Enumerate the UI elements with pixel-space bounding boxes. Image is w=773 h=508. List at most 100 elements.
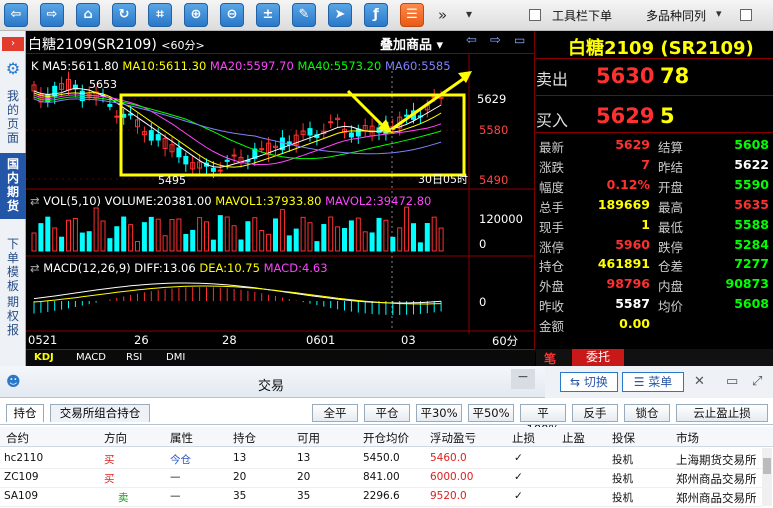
- volume-bar: [397, 227, 403, 252]
- crop-icon[interactable]: ⌗: [148, 3, 172, 27]
- lock-button[interactable]: 锁仓: [624, 404, 670, 422]
- formula-icon[interactable]: ƒ: [364, 3, 388, 27]
- table-header-cell[interactable]: 止损: [512, 430, 535, 446]
- table-header-cell[interactable]: 开仓均价: [363, 430, 409, 446]
- sidebar-order-template[interactable]: 下单模板: [2, 237, 24, 293]
- cursor-icon[interactable]: ➤: [328, 3, 352, 27]
- close-30-button[interactable]: 平30%: [416, 404, 462, 422]
- expand-icon[interactable]: ⤢: [752, 374, 762, 389]
- candle-body: [438, 96, 444, 99]
- volume-bar: [286, 235, 292, 252]
- zoom-out-icon[interactable]: ⊖: [220, 3, 244, 27]
- refresh-icon[interactable]: ↻: [112, 3, 136, 27]
- macd-switch-icon[interactable]: ⇄: [30, 261, 40, 275]
- table-header-cell[interactable]: 止盈: [562, 430, 585, 446]
- chevron-down-icon[interactable]: ▾: [716, 7, 722, 20]
- vol-label: VOL(5,10): [43, 194, 101, 208]
- toolbar: ⇦ ⇨ ⌂ ↻ ⌗ ⊕ ⊖ ± ✎ ➤ ƒ ☰ » ▾ 工具栏下单 多品种同列 …: [0, 0, 773, 31]
- table-header-cell[interactable]: 合约: [6, 430, 29, 446]
- tab-orders[interactable]: 委托: [572, 349, 624, 366]
- tab-trades[interactable]: 笔: [544, 350, 556, 367]
- list-menu-icon[interactable]: ☰: [400, 3, 424, 27]
- candle-body: [176, 147, 182, 158]
- volume-bar: [135, 241, 140, 252]
- table-header-cell[interactable]: 可用: [297, 430, 320, 446]
- tab-rsi[interactable]: RSI: [126, 352, 142, 363]
- volume-bar: [45, 216, 51, 252]
- candle-body: [210, 167, 216, 172]
- table-header-cell[interactable]: 方向: [104, 430, 127, 446]
- quote-value: 7: [641, 156, 650, 172]
- table-cell: 5460.0: [430, 452, 467, 464]
- tab-exchange-combo[interactable]: 交易所组合持仓: [50, 404, 150, 422]
- table-cell: 6000.00: [430, 471, 474, 483]
- cloud-stop-button[interactable]: 云止盈止损: [676, 404, 768, 422]
- close-position-button[interactable]: 平仓: [364, 404, 410, 422]
- tab-positions[interactable]: 持仓: [6, 404, 44, 422]
- switch-button[interactable]: ⇆ 切换: [560, 372, 618, 392]
- calculator-icon[interactable]: ±: [256, 3, 280, 27]
- close-100-button[interactable]: 平100%: [520, 404, 566, 436]
- sidebar-my-page[interactable]: 我的页面: [2, 89, 24, 145]
- macd-value: MACD:4.63: [263, 261, 328, 275]
- forward-arrow-icon[interactable]: ⇨: [40, 3, 64, 27]
- reverse-button[interactable]: 反手: [572, 404, 618, 422]
- tab-kdj[interactable]: KDJ: [34, 352, 54, 363]
- quote-value: 189669: [597, 196, 650, 212]
- toolbar-order-checkbox[interactable]: [529, 9, 541, 21]
- sell-volume: 78: [660, 64, 690, 88]
- quote-label: 幅度: [539, 179, 565, 195]
- table-header-cell[interactable]: 市场: [676, 430, 699, 446]
- volume-bar: [128, 224, 134, 252]
- volume-bar: [107, 238, 113, 252]
- draw-pen-icon[interactable]: ✎: [292, 3, 316, 27]
- volume-bar: [176, 218, 182, 252]
- minimize-icon[interactable]: −: [511, 369, 535, 389]
- buy-label: 买入: [536, 111, 569, 130]
- collapse-arrow-icon[interactable]: ›: [2, 37, 24, 51]
- tab-macd[interactable]: MACD: [76, 352, 106, 363]
- buy-price[interactable]: 5629: [596, 104, 654, 128]
- table-cell: 9520.0: [430, 490, 467, 502]
- table-header-cell[interactable]: 持仓: [233, 430, 256, 446]
- home-icon[interactable]: ⌂: [76, 3, 100, 27]
- low-label: 5495: [158, 174, 186, 187]
- kline-chart-panel[interactable]: 白糖2109(SR2109) <60分> 叠加商品 ▾ ⇦ ⇨ ▭ K MA5:…: [26, 31, 535, 366]
- tab-dmi[interactable]: DMI: [166, 352, 185, 363]
- sell-price[interactable]: 5630: [596, 64, 654, 88]
- date-0521: 0521: [28, 333, 58, 347]
- quote-label: 内盘: [658, 279, 684, 295]
- table-header-cell[interactable]: 属性: [170, 430, 193, 446]
- sidebar-options[interactable]: 期权报: [2, 295, 24, 337]
- candle-body: [224, 159, 230, 162]
- price-tick-2: 5580: [479, 123, 509, 137]
- more-icon[interactable]: »: [438, 6, 447, 24]
- table-cell: 投机: [612, 492, 633, 504]
- quote-label: 结算: [658, 140, 684, 155]
- vol-switch-icon[interactable]: ⇄: [30, 194, 40, 208]
- candle-body: [52, 85, 58, 97]
- volume-bars-group: [31, 206, 444, 252]
- gear-icon[interactable]: ⚙: [4, 59, 22, 78]
- candle-body: [217, 169, 223, 172]
- sidebar-domestic-futures[interactable]: 国内期货: [2, 157, 24, 213]
- volume-bar: [369, 232, 375, 252]
- quote-label: 最新: [539, 140, 565, 155]
- scrollbar[interactable]: [762, 448, 772, 506]
- multi-symbol-select[interactable]: 多品种同列: [646, 7, 706, 24]
- window-icon[interactable]: ▭: [726, 374, 738, 389]
- close-icon[interactable]: ✕: [694, 374, 705, 389]
- quote-value: 0.12%: [606, 176, 650, 192]
- close-50-button[interactable]: 平50%: [468, 404, 514, 422]
- zoom-in-icon[interactable]: ⊕: [184, 3, 208, 27]
- multi-symbol-checkbox[interactable]: [740, 9, 752, 21]
- table-header-cell[interactable]: 浮动盈亏: [430, 430, 476, 446]
- volume-bar: [148, 216, 154, 252]
- macd-bars-group: [33, 282, 442, 315]
- table-header-cell[interactable]: 投保: [612, 430, 635, 446]
- dropdown-icon[interactable]: ▾: [466, 7, 472, 21]
- back-arrow-icon[interactable]: ⇦: [4, 3, 28, 27]
- quote-value: 461891: [597, 256, 650, 272]
- menu-button[interactable]: ☰ 菜单: [622, 372, 684, 392]
- close-all-button[interactable]: 全平: [312, 404, 358, 422]
